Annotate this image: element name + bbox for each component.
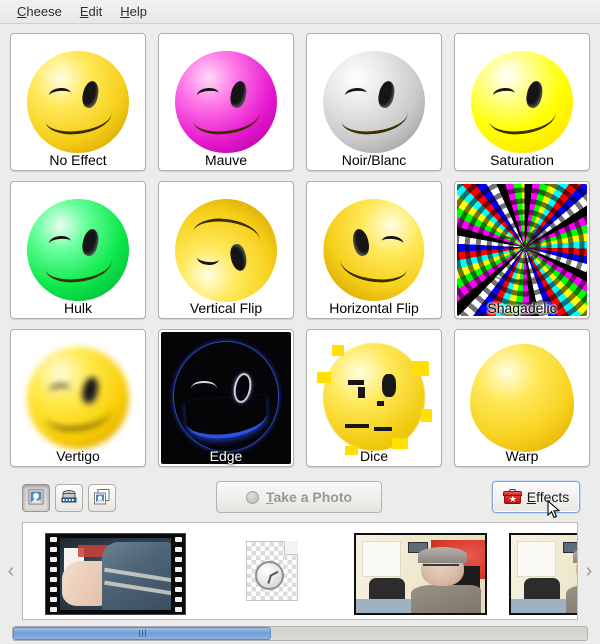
smiley-psychedelic-icon <box>457 184 587 316</box>
menu-help[interactable]: Help <box>111 2 156 21</box>
take-photo-rest: ake a Photo <box>273 489 353 505</box>
effect-tile-edge[interactable]: Edge <box>158 329 294 467</box>
video-thumbnail-image <box>45 533 186 615</box>
effect-tile-horizontal-flip[interactable]: Horizontal Flip <box>306 181 442 319</box>
menubar: Cheese Edit Help <box>0 0 600 24</box>
smiley-flipped-vertical-icon <box>161 184 291 316</box>
effects-button[interactable]: ★ Effects <box>492 481 580 513</box>
video-thumbnail[interactable] <box>45 533 186 615</box>
effect-tile-vertical-flip[interactable]: Vertical Flip <box>158 181 294 319</box>
film-sprockets-left <box>46 534 60 614</box>
smiley-diced-icon <box>309 332 439 464</box>
thumbnails-next-button[interactable]: › <box>578 519 600 623</box>
menu-help-label: elp <box>129 4 147 19</box>
film-sprockets-right <box>171 534 185 614</box>
menu-cheese-mnemonic: C <box>17 4 27 19</box>
film-reel-icon <box>60 488 78 509</box>
photo-mode-button[interactable] <box>22 484 50 512</box>
effect-tile-saturation[interactable]: Saturation <box>454 33 590 171</box>
photo-thumbnail-image <box>509 533 577 615</box>
menu-edit[interactable]: Edit <box>71 2 111 21</box>
smiley-warped-icon <box>457 332 587 464</box>
multi-photo-icon <box>93 488 111 509</box>
horizontal-scrollbar[interactable] <box>12 626 588 641</box>
smiley-yellow-icon <box>13 36 143 168</box>
effect-tile-warp[interactable]: Warp <box>454 329 590 467</box>
effect-tile-noir-blanc[interactable]: Noir/Blanc <box>306 33 442 171</box>
photo-thumbnail[interactable] <box>354 533 487 615</box>
shutter-icon <box>245 490 259 504</box>
effects-label: Effects <box>527 489 570 505</box>
photo-thumbnail[interactable] <box>509 533 577 615</box>
effects-panel: No Effect Mauve Noir/Blanc Saturation Hu… <box>0 25 600 475</box>
burst-mode-button[interactable] <box>88 484 116 512</box>
video-mode-button[interactable] <box>55 484 83 512</box>
smiley-saturated-icon <box>457 36 587 168</box>
scrollbar-thumb[interactable] <box>13 627 272 640</box>
effect-tile-hulk[interactable]: Hulk <box>10 181 146 319</box>
menu-cheese[interactable]: Cheese <box>8 2 71 21</box>
smiley-blurred-icon <box>13 332 143 464</box>
effect-tile-dice[interactable]: Dice <box>306 329 442 467</box>
photo-icon <box>27 488 45 509</box>
thumbnail-strip <box>22 522 578 620</box>
effect-tile-no-effect[interactable]: No Effect <box>10 33 146 171</box>
take-photo-button[interactable]: Take a Photo <box>216 481 382 513</box>
effects-mnemonic: E <box>526 489 537 505</box>
menu-cheese-label: heese <box>26 4 62 19</box>
menu-edit-label: dit <box>88 4 103 19</box>
take-photo-label: Take a Photo <box>266 489 352 505</box>
effects-rest: ffects <box>536 489 570 505</box>
smiley-greyscale-icon <box>309 36 439 168</box>
smiley-edge-detect-icon <box>161 332 291 464</box>
smiley-mauve-icon <box>161 36 291 168</box>
effect-tile-vertigo[interactable]: Vertigo <box>10 329 146 467</box>
scrollbar-grip-icon <box>138 630 146 637</box>
toolbox-icon: ★ <box>502 489 522 505</box>
thumbnails-prev-button[interactable]: ‹ <box>0 519 22 623</box>
smiley-flipped-horizontal-icon <box>309 184 439 316</box>
capture-mode-group <box>22 484 116 512</box>
effect-tile-shagadelic[interactable]: Shagadelic <box>454 181 590 319</box>
effects-grid: No Effect Mauve Noir/Blanc Saturation Hu… <box>10 33 590 467</box>
smiley-green-icon <box>13 184 143 316</box>
thumbnail-area: ‹ › <box>0 519 600 623</box>
loading-placeholder[interactable] <box>246 541 298 601</box>
photo-thumbnail-image <box>354 533 487 615</box>
menu-help-mnemonic: H <box>120 4 130 19</box>
effect-tile-mauve[interactable]: Mauve <box>158 33 294 171</box>
